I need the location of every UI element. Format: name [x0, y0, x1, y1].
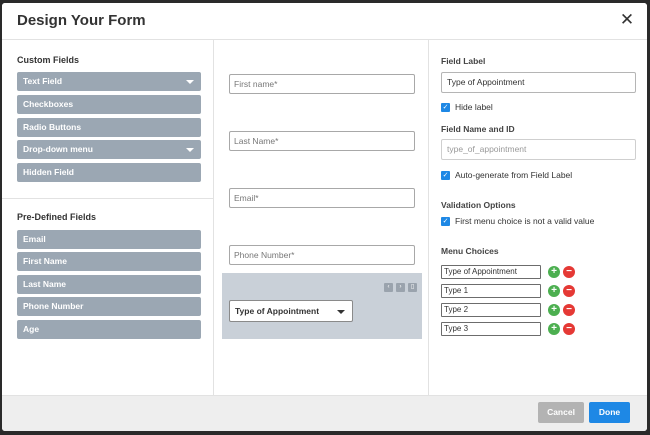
plus-circle-icon[interactable]: +	[548, 304, 560, 316]
plus-circle-icon[interactable]: +	[548, 323, 560, 335]
menu-choices-title: Menu Choices	[441, 246, 499, 256]
field-button-label: Text Field	[23, 76, 63, 86]
auto-generate-text: Auto-generate from Field Label	[455, 170, 573, 180]
last-name-field[interactable]: Last Name*	[229, 131, 415, 151]
hide-label-text: Hide label	[455, 102, 493, 112]
menu-choice-input[interactable]: Type 3	[441, 322, 541, 336]
minus-circle-icon[interactable]: −	[563, 304, 575, 316]
hide-label-checkbox[interactable]: ✓ Hide label	[441, 102, 493, 113]
validation-options-title: Validation Options	[441, 200, 516, 210]
predefined-field-last-name[interactable]: Last Name	[17, 275, 201, 294]
checkmark-icon: ✓	[441, 171, 450, 180]
phone-number-field[interactable]: Phone Number*	[229, 245, 415, 265]
minus-circle-icon[interactable]: −	[563, 266, 575, 278]
cancel-button[interactable]: Cancel	[538, 402, 584, 423]
predefined-field-age[interactable]: Age	[17, 320, 201, 339]
first-choice-invalid-checkbox[interactable]: ✓ First menu choice is not a valid value	[441, 216, 594, 227]
field-name-title: Field Name and ID	[441, 124, 515, 134]
design-form-dialog: Design Your Form ✕ Custom Fields Text Fi…	[2, 3, 647, 431]
field-button-checkboxes[interactable]: Checkboxes	[17, 95, 201, 114]
field-button-label: Last Name	[23, 279, 66, 289]
field-button-label: Phone Number	[23, 301, 84, 311]
chevron-down-icon	[337, 310, 345, 314]
field-palette: Custom Fields Text Field Checkboxes Radi…	[2, 40, 214, 395]
checkmark-icon: ✓	[441, 103, 450, 112]
done-button[interactable]: Done	[589, 402, 630, 423]
field-button-text-field[interactable]: Text Field	[17, 72, 201, 91]
field-button-label: Hidden Field	[23, 167, 74, 177]
field-button-label: Radio Buttons	[23, 122, 82, 132]
field-button-hidden-field[interactable]: Hidden Field	[17, 163, 201, 182]
predefined-field-phone-number[interactable]: Phone Number	[17, 297, 201, 316]
dialog-header: Design Your Form ✕	[2, 3, 647, 40]
field-button-drop-down-menu[interactable]: Drop-down menu	[17, 140, 201, 159]
checkmark-icon: ✓	[441, 217, 450, 226]
field-button-label: Checkboxes	[23, 99, 74, 109]
field-label-title: Field Label	[441, 56, 486, 66]
first-name-field[interactable]: First name*	[229, 74, 415, 94]
menu-choice-input[interactable]: Type of Appointment	[441, 265, 541, 279]
menu-choice-input[interactable]: Type 1	[441, 284, 541, 298]
field-button-label: Age	[23, 324, 40, 334]
move-up-icon[interactable]: ‹	[384, 283, 393, 292]
auto-generate-checkbox[interactable]: ✓ Auto-generate from Field Label	[441, 170, 572, 181]
delete-icon[interactable]: ▯	[408, 283, 417, 292]
predefined-field-first-name[interactable]: First Name	[17, 252, 201, 271]
field-button-label: First Name	[23, 256, 67, 266]
plus-circle-icon[interactable]: +	[548, 285, 560, 297]
form-preview: First name* Last Name* Email* Phone Numb…	[214, 40, 429, 395]
minus-circle-icon[interactable]: −	[563, 285, 575, 297]
predefined-field-email[interactable]: Email	[17, 230, 201, 249]
section-divider	[2, 198, 214, 199]
appointment-type-dropdown[interactable]: Type of Appointment	[229, 300, 353, 322]
dialog-footer: Cancel Done	[2, 395, 647, 431]
minus-circle-icon[interactable]: −	[563, 323, 575, 335]
menu-choice-input[interactable]: Type 2	[441, 303, 541, 317]
field-name-input[interactable]: type_of_appointment	[441, 139, 636, 160]
first-choice-invalid-text: First menu choice is not a valid value	[455, 216, 595, 226]
field-button-radio-buttons[interactable]: Radio Buttons	[17, 118, 201, 137]
close-icon[interactable]: ✕	[619, 11, 635, 29]
move-down-icon[interactable]: ›	[396, 283, 405, 292]
field-properties: Field Label Type of Appointment ✓ Hide la…	[429, 40, 647, 395]
selected-field-block[interactable]: ‹ › ▯ Type of Appointment	[222, 273, 422, 339]
dialog-title: Design Your Form	[17, 12, 146, 29]
dialog-body: Custom Fields Text Field Checkboxes Radi…	[2, 40, 647, 395]
email-field[interactable]: Email*	[229, 188, 415, 208]
field-button-label: Drop-down menu	[23, 144, 93, 154]
field-button-label: Email	[23, 234, 46, 244]
plus-circle-icon[interactable]: +	[548, 266, 560, 278]
predefined-fields-title: Pre-Defined Fields	[17, 212, 97, 222]
chevron-down-icon	[186, 148, 194, 152]
chevron-down-icon	[186, 80, 194, 84]
dropdown-selected-value: Type of Appointment	[235, 306, 320, 316]
field-label-input[interactable]: Type of Appointment	[441, 72, 636, 93]
custom-fields-title: Custom Fields	[17, 55, 80, 65]
